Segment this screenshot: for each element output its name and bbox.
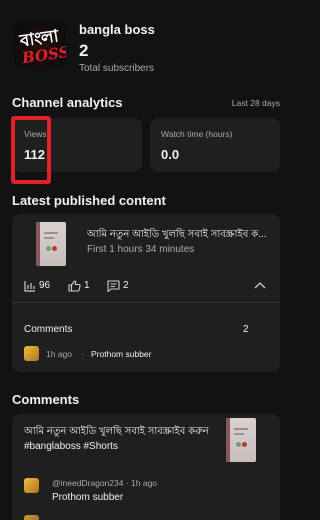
chevron-up-icon[interactable] xyxy=(254,281,266,289)
views-highlight xyxy=(11,116,51,184)
comments-label: Comments xyxy=(24,324,73,335)
analytics-range: Last 28 days xyxy=(231,98,280,108)
analytics-title: Channel analytics xyxy=(12,95,123,110)
comments-section-title: Comments xyxy=(12,392,80,407)
published-time: First 1 hours 34 minutes xyxy=(87,244,195,255)
video-thumbnail[interactable] xyxy=(36,222,66,266)
bar-chart-icon xyxy=(24,280,36,292)
card-divider xyxy=(12,302,280,303)
likes-count: 1 xyxy=(84,280,90,291)
comment-icon[interactable] xyxy=(107,280,120,292)
comment-author-meta[interactable]: @ineedDragon234 · 1h ago xyxy=(52,478,157,488)
thumbs-up-icon[interactable] xyxy=(68,280,81,292)
comment-separator: · xyxy=(81,349,84,359)
latest-title: Latest published content xyxy=(12,193,166,208)
subscriber-label: Total subscribers xyxy=(79,63,155,74)
watch-time-label: Watch time (hours) xyxy=(161,129,233,139)
latest-content-card: আমি নতুন আইডি খুলছি সবাই সাবস্ক্রাইব ক..… xyxy=(12,214,280,372)
comment-video-thumbnail[interactable] xyxy=(226,418,256,462)
watch-time-value: 0.0 xyxy=(161,147,180,162)
commenter-avatar[interactable] xyxy=(24,346,39,361)
comment-preview: Prothom subber xyxy=(91,349,152,359)
channel-logo: বাংলা BOSS xyxy=(14,22,66,68)
comments-total: 2 xyxy=(243,324,249,335)
comment-body: Prothom subber xyxy=(52,492,124,503)
comments-card: আমি নতুন আইডি খুলছি সবাই সাবস্ক্রাইব করু… xyxy=(12,414,280,520)
views-count: 96 xyxy=(39,280,51,291)
channel-name: bangla boss xyxy=(79,22,155,37)
comment-video-title[interactable]: আমি নতুন আইডি খুলছি সবাই সাবস্ক্রাইব করু… xyxy=(24,424,209,454)
video-title[interactable]: আমি নতুন আইডি খুলছি সবাই সাবস্ক্রাইব ক..… xyxy=(87,227,277,244)
subscriber-count: 2 xyxy=(79,41,89,60)
comment-author-avatar[interactable] xyxy=(24,478,39,493)
comments-count-inline: 2 xyxy=(123,280,129,291)
next-comment-avatar[interactable] xyxy=(24,515,39,520)
watch-time-card[interactable]: Watch time (hours) 0.0 xyxy=(150,118,280,172)
comment-time: 1h ago xyxy=(46,349,72,359)
